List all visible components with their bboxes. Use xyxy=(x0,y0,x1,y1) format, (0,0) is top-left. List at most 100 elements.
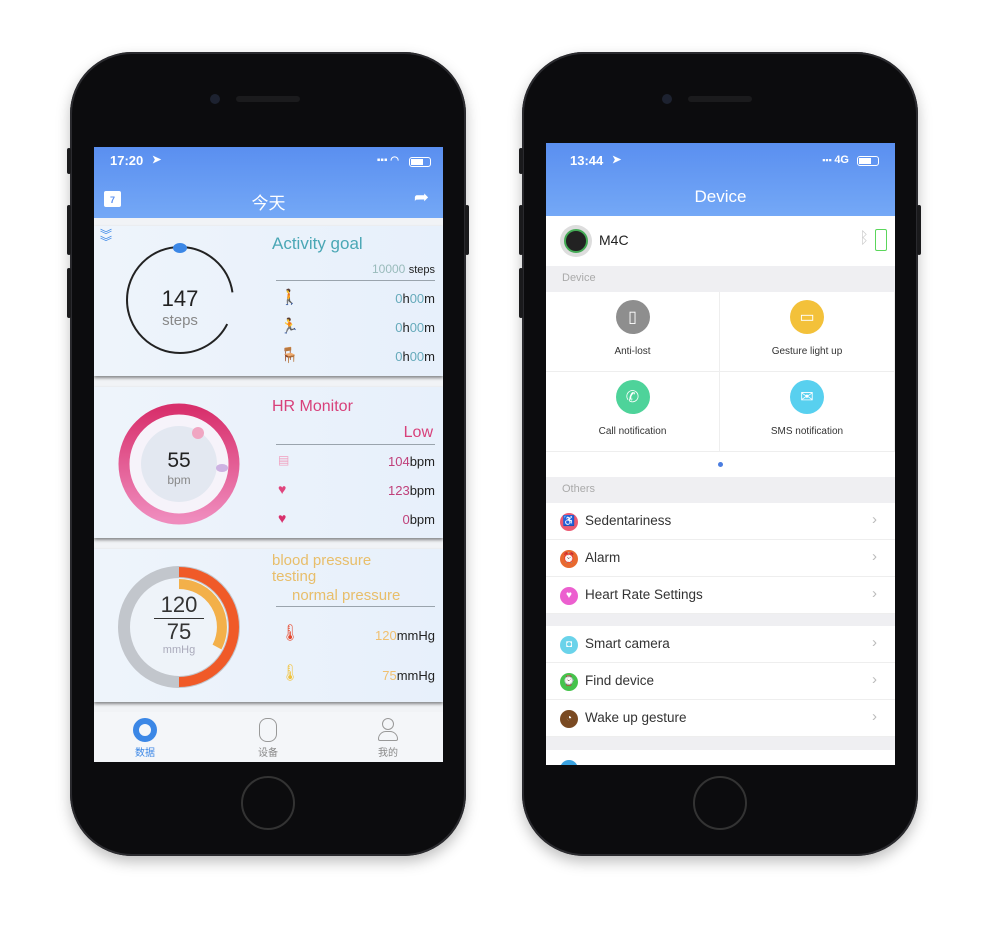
camera-icon: ◘ xyxy=(560,636,578,654)
diastolic-value: 75 xyxy=(166,619,192,644)
mail-icon: ✉ xyxy=(790,380,824,414)
front-camera xyxy=(662,94,672,104)
wake-up-gesture-item[interactable]: ◔ Wake up gesture › xyxy=(546,700,895,737)
bp-status: normal pressure xyxy=(292,587,401,604)
page-indicator[interactable] xyxy=(546,452,895,477)
wallet-icon: ▭ xyxy=(790,300,824,334)
activity-card[interactable]: ︾ ︾ 147 steps Activity goal 10000 steps 🚶… xyxy=(94,226,443,376)
earpiece xyxy=(236,96,300,102)
heart-marker-icon xyxy=(192,427,204,439)
power-button xyxy=(917,205,921,255)
progress-knob xyxy=(173,243,187,253)
front-camera xyxy=(210,94,220,104)
battery-icon xyxy=(857,156,879,166)
divider xyxy=(276,280,435,281)
data-tab-icon xyxy=(133,718,157,742)
alarm-item[interactable]: ⏰ Alarm › xyxy=(546,540,895,577)
device-name: M4C xyxy=(599,232,629,248)
home-button[interactable] xyxy=(693,776,747,830)
tab-device[interactable]: 设备 xyxy=(210,712,326,759)
watch-avatar xyxy=(560,225,592,257)
ecg-icon: ▤ xyxy=(278,453,290,467)
home-button[interactable] xyxy=(241,776,295,830)
hr-unit: bpm xyxy=(167,473,191,487)
device-battery-icon xyxy=(875,229,887,251)
tab-data[interactable]: 数据 xyxy=(94,712,203,759)
watch-icon: ⌚ xyxy=(560,673,578,691)
walking-duration: 0h00m xyxy=(395,291,435,306)
hr-status: Low xyxy=(403,424,433,441)
bp-row-2: 75mmHg xyxy=(382,668,435,683)
mute-switch xyxy=(519,148,523,174)
network-label: ▪▪▪ 4G xyxy=(822,154,849,166)
bluetooth-icon: ᛒ xyxy=(859,230,869,247)
anti-lost-button[interactable]: ▯ Anti-lost xyxy=(546,292,720,372)
volume-down xyxy=(519,268,523,318)
wrist-icon: ◔ xyxy=(560,710,578,728)
partial-list-item[interactable] xyxy=(546,750,895,765)
steps-value: 147 xyxy=(161,286,199,311)
running-duration: 0h00m xyxy=(395,320,435,335)
alarm-icon: ⏰ xyxy=(560,550,578,568)
goal-value: 10000 xyxy=(371,262,406,276)
heart-pulse-icon: ♥ xyxy=(278,481,287,497)
location-arrow-icon: ➤ xyxy=(612,154,622,166)
hr-row-1: 104bpm xyxy=(388,454,435,469)
bp-title: blood pressure testing xyxy=(272,552,372,585)
gesture-light-up-button[interactable]: ▭ Gesture light up xyxy=(720,292,895,372)
hr-value: 55 xyxy=(167,449,191,472)
activity-title: Activity goal xyxy=(272,234,363,253)
device-row[interactable]: M4C ᛒ xyxy=(546,216,895,266)
page-title: 今天 xyxy=(251,194,286,213)
list-item-icon xyxy=(560,760,578,765)
watch-tab-icon xyxy=(259,718,277,742)
signal-icon: ▪▪▪ ◠ xyxy=(376,155,399,166)
divider xyxy=(276,606,435,607)
others-section-header: Others xyxy=(546,477,895,503)
chevron-right-icon: › xyxy=(872,634,877,651)
sedentariness-item[interactable]: ♿ Sedentariness › xyxy=(546,503,895,540)
call-notification-button[interactable]: ✆ Call notification xyxy=(546,372,720,452)
volume-up xyxy=(67,205,71,255)
expand-chevrons-icon[interactable]: ︾ ︾ xyxy=(100,229,112,248)
sms-notification-button[interactable]: ✉ SMS notification xyxy=(720,372,895,452)
phone-icon: ▯ xyxy=(615,300,650,334)
bp-unit: mmHg xyxy=(162,644,196,656)
earpiece xyxy=(688,96,752,102)
goal-unit: steps xyxy=(408,264,435,276)
chevron-right-icon: › xyxy=(872,548,877,565)
battery-icon xyxy=(409,157,431,167)
signal-icon: ▪▪▪ xyxy=(822,155,835,165)
bp-card[interactable]: 120 75 mmHg blood pressure testing norma… xyxy=(94,549,443,702)
chevron-right-icon: › xyxy=(872,671,877,688)
tab-bar: 数据 设备 我的 xyxy=(94,712,443,762)
sitting-icon: ♿ xyxy=(560,513,578,531)
chevron-right-icon: › xyxy=(872,511,877,528)
sitting-icon: 🪑 xyxy=(280,347,299,364)
heart-sleep-icon: ♥ xyxy=(278,510,287,526)
tab-me[interactable]: 我的 xyxy=(330,712,443,759)
mute-switch xyxy=(67,148,71,174)
find-device-item[interactable]: ⌚ Find device › xyxy=(546,663,895,700)
header: 17:20 ➤ ▪▪▪ ◠ 7 今天 ➦ xyxy=(94,147,443,218)
share-icon[interactable]: ➦ xyxy=(414,187,429,208)
sitting-duration: 0h00m xyxy=(395,349,435,364)
steps-unit: steps xyxy=(162,312,198,329)
location-arrow-icon: ➤ xyxy=(152,154,162,166)
volume-up xyxy=(519,205,523,255)
heart-rate-settings-item[interactable]: ♥ Heart Rate Settings › xyxy=(546,577,895,614)
hr-row-2: 123bpm xyxy=(388,483,435,498)
right-screen: 13:44 ➤ ▪▪▪ 4G Device M4C ᛒ Device ▯ Anti… xyxy=(546,143,895,765)
user-tab-icon xyxy=(378,718,398,742)
smart-camera-item[interactable]: ◘ Smart camera › xyxy=(546,626,895,663)
chevron-right-icon: › xyxy=(872,708,877,725)
thermometer-red-icon: 🌡 xyxy=(280,625,301,642)
header: 13:44 ➤ ▪▪▪ 4G Device xyxy=(546,143,895,216)
heart-icon: ♥ xyxy=(560,587,578,605)
walking-icon: 🚶 xyxy=(280,289,299,306)
bp-row-1: 120mmHg xyxy=(375,628,435,643)
volume-down xyxy=(67,268,71,318)
device-section-header: Device xyxy=(546,266,895,292)
hr-card[interactable]: 55 bpm HR Monitor Low ▤ ♥ ♥ 104bpm 123bp… xyxy=(94,387,443,538)
chevron-right-icon: › xyxy=(872,585,877,602)
